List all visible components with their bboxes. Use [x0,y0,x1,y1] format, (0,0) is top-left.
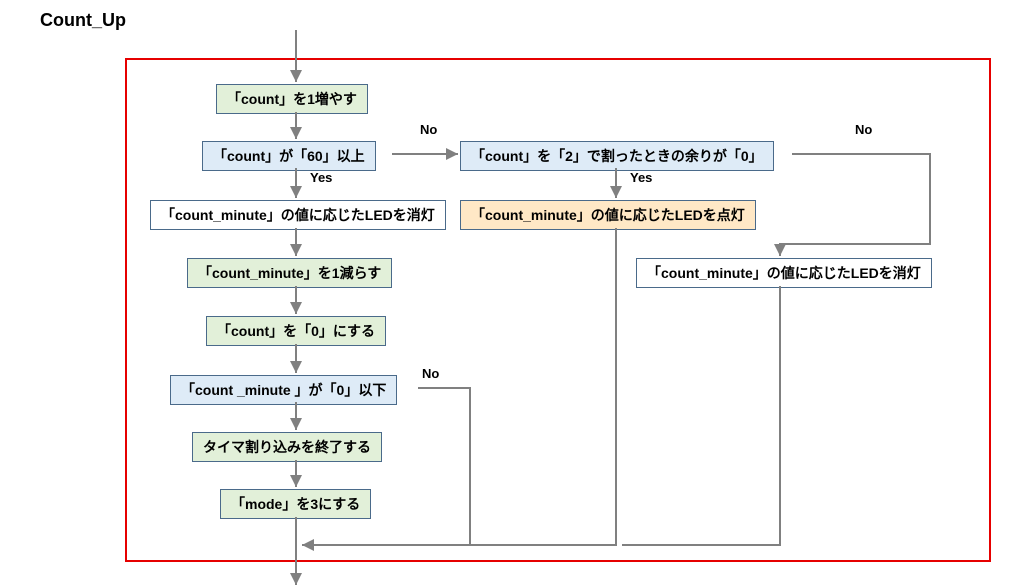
label-no-2: No [855,122,872,137]
step-led-off-left: 「count_minute」の値に応じたLEDを消灯 [150,200,446,230]
diagram-title: Count_Up [40,10,126,31]
label-no-1: No [420,122,437,137]
decision-count-mod2: 「count」を「2」で割ったときの余りが「0」 [460,141,774,171]
label-yes-2: Yes [630,170,652,185]
step-dec-count-minute: 「count_minute」を1減らす [187,258,392,288]
step-led-on: 「count_minute」の値に応じたLEDを点灯 [460,200,756,230]
decision-count-minute-le-0: 「count _minute 」が「0」以下 [170,375,397,405]
label-no-3: No [422,366,439,381]
step-led-off-right: 「count_minute」の値に応じたLEDを消灯 [636,258,932,288]
decision-count-ge-60: 「count」が「60」以上 [202,141,376,171]
step-set-mode-3: 「mode」を3にする [220,489,371,519]
step-reset-count: 「count」を「0」にする [206,316,386,346]
label-yes-1: Yes [310,170,332,185]
step-end-timer-irq: タイマ割り込みを終了する [192,432,382,462]
step-increment-count: 「count」を1増やす [216,84,368,114]
